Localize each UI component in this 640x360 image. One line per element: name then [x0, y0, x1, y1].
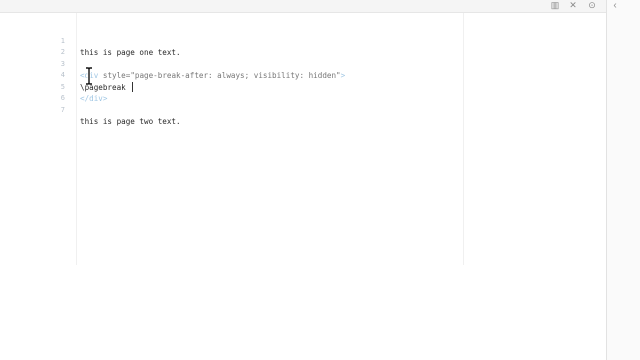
chevron-left-icon[interactable]: ‹: [609, 0, 621, 12]
code-editor[interactable]: 1 this is page one text. 2 3 <div style=…: [0, 13, 606, 360]
editor-line-active[interactable]: 4 \pagebreak: [0, 59, 600, 92]
editor-line[interactable]: 1 this is page one text.: [0, 24, 600, 58]
editor-line[interactable]: 7 this is page two text.: [0, 93, 600, 127]
layout-icon[interactable]: ▥: [548, 0, 562, 10]
editor-line[interactable]: 3 <div style="page-break-after: always; …: [0, 47, 600, 81]
editor-line[interactable]: 5 </div>: [0, 70, 600, 104]
title-bar: ▥ ✕ ⊙: [0, 0, 640, 13]
editor-line[interactable]: 6: [0, 82, 600, 102]
line-number: 7: [60, 105, 65, 114]
markdown-editor-window: ▥ ✕ ⊙ ‹ 1 this is page one text. 2 3 <di…: [0, 0, 640, 360]
side-panel: [606, 0, 640, 360]
editor-line[interactable]: 2: [0, 36, 600, 56]
line-text[interactable]: this is page two text.: [80, 116, 181, 128]
pin-icon[interactable]: ⊙: [585, 0, 599, 10]
close-icon[interactable]: ✕: [566, 0, 580, 10]
